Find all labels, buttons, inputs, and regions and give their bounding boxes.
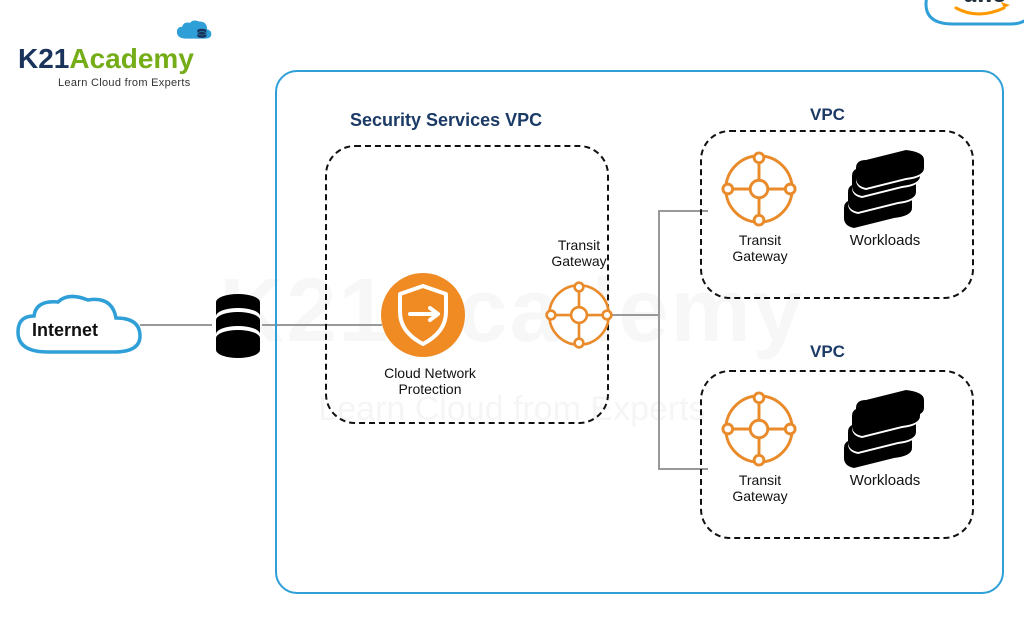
logo-text-k21: K21: [18, 43, 69, 74]
aws-cloud-badge: aws: [918, 0, 1024, 44]
vpc2-workloads-icon: [840, 390, 930, 468]
vpc1-title: VPC: [810, 105, 845, 125]
aws-text: aws: [964, 0, 1006, 7]
k21academy-logo: K21Academy Learn Cloud from Experts: [18, 18, 215, 89]
internet-label: Internet: [32, 320, 98, 341]
vpc1-transit-gateway-label: Transit Gateway: [720, 232, 800, 264]
vpc2-transit-gateway-icon: [720, 390, 798, 468]
vpc1-workloads-icon: [840, 150, 930, 228]
database-icon: [212, 293, 264, 359]
logo-cloud-icon: [173, 18, 215, 46]
security-vpc-title: Security Services VPC: [350, 110, 542, 131]
transit-gateway-main-label: Transit Gateway: [544, 237, 614, 269]
cloud-network-protection-label: Cloud Network Protection: [370, 365, 490, 397]
vpc2-transit-gateway-label: Transit Gateway: [720, 472, 800, 504]
transit-gateway-main-icon: [544, 280, 614, 350]
logo-tagline: Learn Cloud from Experts: [58, 77, 215, 89]
logo-text-academy: Academy: [69, 43, 194, 74]
vpc1-transit-gateway-icon: [720, 150, 798, 228]
vpc1-workloads-label: Workloads: [845, 232, 925, 249]
vpc2-title: VPC: [810, 342, 845, 362]
connector-internet-db: [140, 324, 212, 326]
vpc2-workloads-label: Workloads: [845, 472, 925, 489]
cloud-network-protection-icon: [378, 270, 468, 360]
